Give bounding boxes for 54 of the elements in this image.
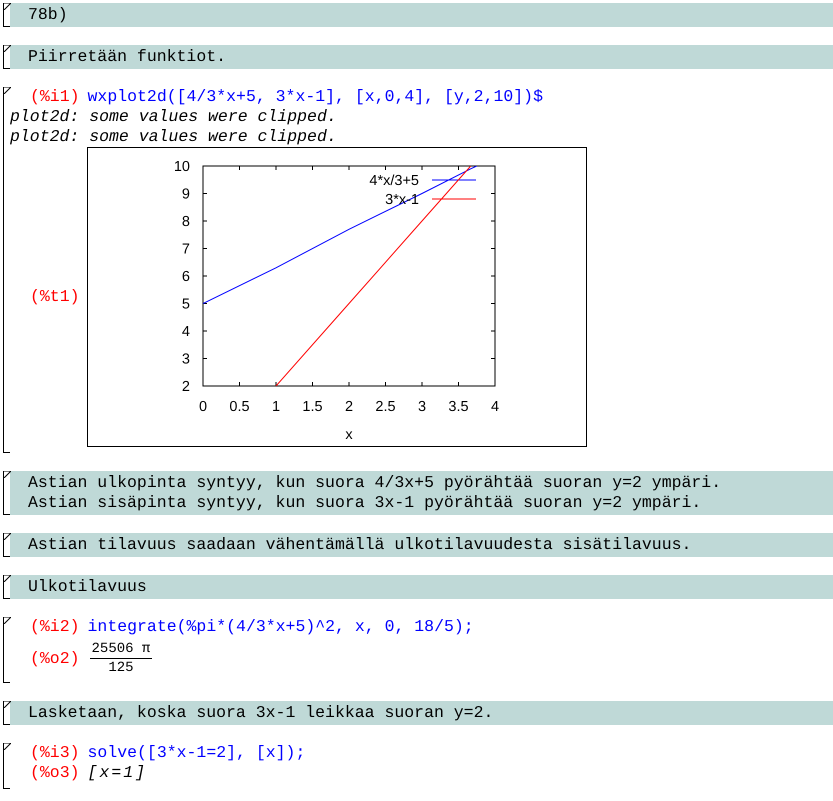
- fraction-denominator: 125: [108, 659, 134, 677]
- tick-label: 5: [182, 296, 190, 312]
- code-input[interactable]: wxplot2d([4/3*x+5, 3*x-1], [x,0,4], [y,2,10])$: [88, 87, 543, 107]
- bracket-corner-icon: [4, 701, 11, 708]
- bracket-corner-icon: [4, 87, 11, 94]
- output-label: (%o2): [30, 648, 80, 668]
- fraction-numerator: 25506 π: [90, 640, 152, 659]
- tick-label: 0.5: [229, 399, 250, 415]
- math-output: [x=1]: [88, 763, 148, 783]
- text-line: 78b): [28, 5, 69, 25]
- tick-label: 3.5: [448, 399, 469, 415]
- tick-label: 3: [418, 399, 426, 415]
- bracket-corner-icon: [4, 471, 11, 478]
- tick-label: 4: [182, 324, 190, 340]
- bracket-corner-icon: [4, 743, 11, 750]
- bracket-corner-icon: [4, 617, 11, 624]
- input-label: (%i1): [30, 87, 80, 107]
- tick-label: 2.5: [375, 399, 396, 415]
- bracket-corner-icon: [4, 575, 11, 582]
- legend-line: [432, 198, 476, 200]
- code-input[interactable]: integrate(%pi*(4/3*x+5)^2, x, 0, 18/5);: [88, 617, 474, 637]
- axis-label: x: [345, 427, 353, 443]
- legend-label: 4*x/3+5: [369, 173, 419, 189]
- bracket-corner-icon: [4, 3, 11, 10]
- tick-label: 3: [182, 352, 190, 368]
- tick-label: 0: [198, 399, 208, 415]
- bracket-corner-icon: [4, 45, 11, 52]
- tick-label: 1.5: [302, 399, 323, 415]
- text-line: Piirretään funktiot.: [28, 47, 228, 67]
- output-message: plot2d: some values were clipped.: [9, 127, 338, 147]
- text-line: Astian ulkopinta syntyy, kun suora 4/3x+5 pyörähtää suoran y=2 ympäri.: [28, 473, 722, 493]
- tick-label: 1: [272, 399, 280, 415]
- tick-label: 7: [182, 242, 190, 258]
- cell-bracket[interactable]: [3, 617, 10, 683]
- text-line: Astian sisäpinta syntyy, kun suora 3x-1 pyörähtää suoran y=2 ympäri.: [28, 493, 702, 513]
- bracket-corner-icon: [4, 533, 11, 540]
- output-message: plot2d: some values were clipped.: [9, 107, 338, 127]
- cell-bracket[interactable]: [3, 87, 10, 453]
- tick-label: 2: [344, 399, 354, 415]
- input-label: (%i3): [30, 743, 80, 763]
- input-label: (%i2): [30, 617, 80, 637]
- tick-label: 10: [174, 159, 190, 175]
- tick-label: 4: [490, 399, 500, 415]
- tick-label: 2: [182, 379, 190, 395]
- cell-bracket[interactable]: [3, 743, 10, 789]
- tick-label: 9: [182, 186, 190, 202]
- text-line: Lasketaan, koska suora 3x-1 leikkaa suoran y=2.: [28, 703, 494, 723]
- code-input[interactable]: solve([3*x-1=2], [x]);: [88, 743, 306, 763]
- output-label: (%o3): [30, 763, 80, 783]
- output-label: (%t1): [30, 287, 81, 307]
- tick-label: 8: [182, 214, 190, 230]
- text-line: Ulkotilavuus: [28, 577, 148, 597]
- tick-label: 6: [182, 269, 190, 285]
- text-line: Astian tilavuus saadaan vähentämällä ulkotilavuudesta sisätilavuus.: [28, 535, 692, 555]
